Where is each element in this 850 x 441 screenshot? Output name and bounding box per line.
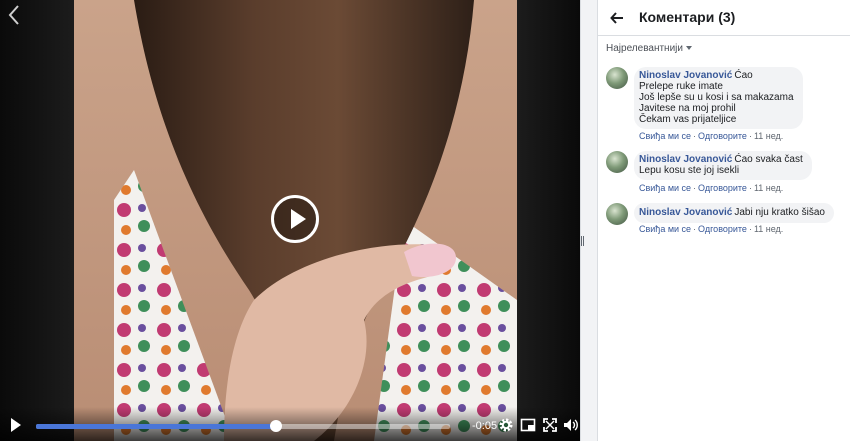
comment-time[interactable]: 11 нед. [754,131,783,141]
chevron-left-icon[interactable] [6,4,22,26]
progress-bar[interactable] [36,420,450,432]
comment-time[interactable]: 11 нед. [754,224,783,234]
video-controls: -0:05 [0,407,580,441]
settings-icon[interactable] [498,417,514,433]
comment-text: Ćao [734,70,753,81]
like-link[interactable]: Свиђа ми се [639,224,691,234]
avatar[interactable] [606,67,628,89]
reply-link[interactable]: Одговорите [698,224,747,234]
time-remaining: -0:05 [472,420,498,432]
pip-icon[interactable] [520,417,536,433]
reply-link[interactable]: Одговорите [698,183,747,193]
volume-icon[interactable] [563,417,579,433]
comment-bubble: Ninoslav Jovanović Ćao svaka čast Lepu ko… [634,151,812,180]
comment-text-line: Lepu kosu ste joj isekli [639,165,740,176]
comment-bubble: Ninoslav Jovanović Ćao Prelepe ruke imate… [634,67,803,129]
like-link[interactable]: Свиђа ми се [639,131,691,141]
video-player[interactable]: -0:05 [0,0,580,441]
panel-divider [580,0,598,441]
comment-text-line: Prelepe ruke imate [639,81,723,92]
comment-bubble: Ninoslav Jovanović Jabi nju kratko šišao [634,203,834,223]
comment-text-line: Javitese na moj prohil [639,103,736,114]
comment-author[interactable]: Ninoslav Jovanović [639,70,732,81]
panel-header: Коментари (3) [598,0,850,36]
progress-scrubber[interactable] [270,420,283,432]
comment-text-line: Još lepše su u kosi i sa makazama [639,92,794,103]
avatar[interactable] [606,203,628,225]
panel-title: Коментари (3) [639,9,736,25]
video-letterbox-left [0,0,74,441]
avatar[interactable] [606,151,628,173]
back-arrow-icon[interactable] [610,11,624,25]
fullscreen-icon[interactable] [542,417,558,433]
like-link[interactable]: Свиђа ми се [639,183,691,193]
caret-down-icon [685,46,692,51]
comments-panel: Коментари (3) Најрелевантнији Ninoslav J… [598,0,850,441]
reply-link[interactable]: Одговорите [698,131,747,141]
comment-actions: Свиђа ми се · Одговорите · 11 нед. [639,183,784,193]
play-icon[interactable] [10,418,22,432]
resize-handle[interactable] [581,236,586,246]
sort-dropdown[interactable]: Најрелевантнији [606,43,692,54]
comment-author[interactable]: Ninoslav Jovanović [639,154,732,165]
video-letterbox-right [517,0,580,441]
sort-label: Најрелевантнији [606,43,683,54]
comment-author[interactable]: Ninoslav Jovanović [639,207,732,218]
comment-text: Ćao svaka čast [734,154,803,165]
play-button[interactable] [271,195,319,243]
comment-actions: Свиђа ми се · Одговорите · 11 нед. [639,131,784,141]
comment-text-line: Čekam vas prijateljice [639,114,737,125]
comment-time[interactable]: 11 нед. [754,183,783,193]
comment-text: Jabi nju kratko šišao [734,207,825,218]
progress-fill [36,424,277,429]
comment-actions: Свиђа ми се · Одговорите · 11 нед. [639,224,784,234]
